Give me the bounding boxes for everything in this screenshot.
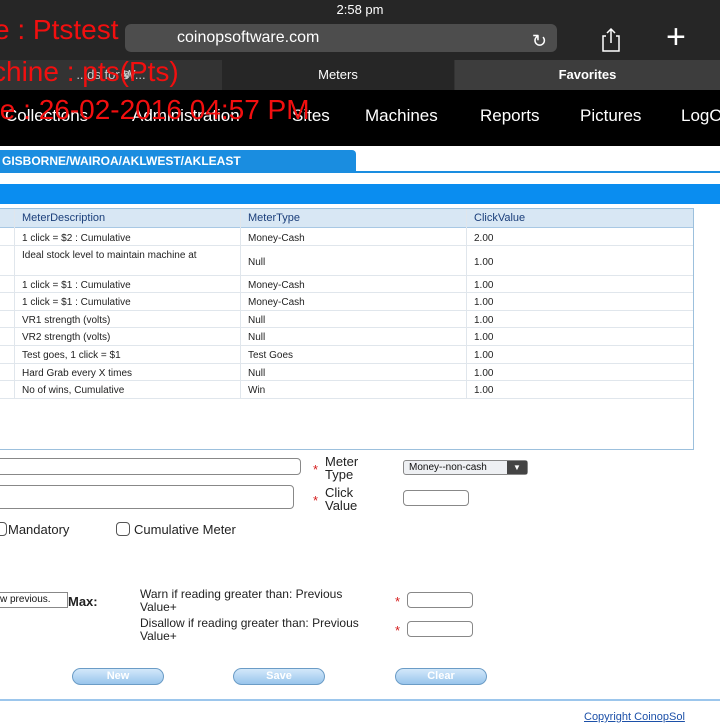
section-header-bar (0, 184, 720, 204)
url-text: coinopsoftware.com (177, 29, 320, 46)
cell-type: Money-Cash (248, 233, 305, 244)
required-marker: * (313, 462, 319, 477)
cell-click-value: 1.00 (474, 332, 494, 343)
required-marker: * (395, 594, 401, 609)
cell-type: Null (248, 332, 266, 343)
cell-description: 1 click = $1 : Cumulative (22, 280, 131, 291)
description-input[interactable] (0, 458, 301, 475)
table-row[interactable]: 1 click = $2 : Cumulative Money-Cash 2.0… (0, 229, 693, 246)
cell-click-value: 1.00 (474, 350, 494, 361)
notes-input[interactable] (0, 485, 294, 509)
table-row[interactable]: Test goes, 1 click = $1 Test Goes 1.00 (0, 346, 693, 364)
address-bar[interactable]: coinopsoftware.com ↻ (125, 24, 557, 52)
cell-type: Test Goes (248, 350, 294, 361)
disallow-input[interactable] (407, 621, 473, 637)
meter-type-value: Money--non-cash (409, 462, 487, 473)
previous-dropdown[interactable]: w previous. (0, 592, 68, 608)
grid-header: MeterDescription MeterType ClickValue (0, 209, 693, 228)
cumulative-label: Cumulative Meter (134, 522, 236, 537)
cell-type: Money-Cash (248, 297, 305, 308)
warn-input[interactable] (407, 592, 473, 608)
required-marker: * (313, 493, 319, 508)
clear-button[interactable]: Clear (395, 668, 487, 685)
column-header-type[interactable]: MeterType (248, 212, 300, 224)
cell-description: VR1 strength (volts) (22, 315, 111, 326)
meter-type-select[interactable]: Money--non-cash ▼ (403, 460, 528, 475)
menu-reports[interactable]: Reports (480, 106, 540, 126)
menu-machines[interactable]: Machines (365, 106, 438, 126)
meters-grid: MeterDescription MeterType ClickValue 1 … (0, 208, 694, 450)
chevron-down-icon: ▼ (507, 461, 527, 474)
site-tab[interactable]: GISBORNE/WAIROA/AKLWEST/AKLEAST (0, 150, 356, 172)
status-time: 2:58 pm (336, 2, 384, 17)
click-value-input[interactable] (403, 490, 469, 506)
cell-type: Null (248, 315, 266, 326)
table-row[interactable]: 1 click = $1 : Cumulative Money-Cash 1.0… (0, 276, 693, 293)
cell-click-value: 2.00 (474, 233, 494, 244)
mandatory-label: Mandatory (8, 522, 70, 537)
tab-meters[interactable]: Meters (222, 60, 454, 90)
divider (0, 171, 720, 173)
disallow-label: Disallow if reading greater than: Previo… (140, 616, 359, 643)
column-header-description[interactable]: MeterDescription (22, 212, 105, 224)
table-row[interactable]: 1 click = $1 : Cumulative Money-Cash 1.0… (0, 293, 693, 311)
table-row[interactable]: VR2 strength (volts) Null 1.00 (0, 328, 693, 346)
tab-label: Favorites (558, 67, 617, 82)
mandatory-checkbox[interactable] (0, 522, 7, 536)
new-button[interactable]: New (72, 668, 164, 685)
table-row[interactable]: Hard Grab every X times Null 1.00 (0, 364, 693, 381)
cell-click-value: 1.00 (474, 385, 494, 396)
meter-type-label: Meter Type (325, 454, 359, 482)
table-row[interactable]: VR1 strength (volts) Null 1.00 (0, 311, 693, 328)
cell-description: No of wins, Cumulative (22, 385, 125, 396)
new-tab-icon[interactable]: + (666, 18, 686, 57)
cell-description: Test goes, 1 click = $1 (22, 350, 121, 361)
cumulative-checkbox[interactable] (116, 522, 130, 536)
cell-type: Null (248, 257, 266, 268)
copyright-link[interactable]: Copyright CoinopSol (584, 711, 685, 723)
overlay-user: e : Ptstest (0, 14, 119, 45)
share-icon[interactable] (598, 27, 624, 53)
cell-click-value: 1.00 (474, 368, 494, 379)
column-header-click-value[interactable]: ClickValue (474, 212, 525, 224)
cell-click-value: 1.00 (474, 297, 494, 308)
cell-description: Hard Grab every X times (22, 368, 133, 379)
cell-description: VR2 strength (volts) (22, 332, 111, 343)
table-row[interactable]: Ideal stock level to maintain machine at… (0, 246, 693, 276)
previous-dropdown-value: w previous. (0, 594, 51, 605)
save-button[interactable]: Save (233, 668, 325, 685)
menu-logout[interactable]: LogO (681, 106, 720, 126)
cell-description: 1 click = $1 : Cumulative (22, 297, 131, 308)
table-row[interactable]: No of wins, Cumulative Win 1.00 (0, 381, 693, 399)
cell-type: Money-Cash (248, 280, 305, 291)
cell-click-value: 1.00 (474, 280, 494, 291)
cell-description: 1 click = $2 : Cumulative (22, 233, 131, 244)
overlay-machine: chine : pts(Pts) (0, 56, 179, 87)
warn-label: Warn if reading greater than: Previous V… (140, 587, 343, 614)
footer-divider (0, 699, 720, 701)
click-value-label: Click Value (325, 485, 358, 513)
cell-description: Ideal stock level to maintain machine at (22, 250, 197, 261)
max-label: Max: (68, 594, 98, 609)
cell-click-value: 1.00 (474, 257, 494, 268)
tab-label: Meters (318, 67, 358, 82)
menu-pictures[interactable]: Pictures (580, 106, 641, 126)
tab-favorites[interactable]: Favorites (455, 60, 720, 90)
required-marker: * (395, 623, 401, 638)
cell-type: Win (248, 385, 266, 396)
overlay-date: te : 26-02-2016 04:57 PM (0, 94, 310, 125)
reload-icon[interactable]: ↻ (532, 27, 547, 55)
cell-click-value: 1.00 (474, 315, 494, 326)
cell-type: Null (248, 368, 266, 379)
site-tab-label: GISBORNE/WAIROA/AKLWEST/AKLEAST (2, 154, 241, 168)
